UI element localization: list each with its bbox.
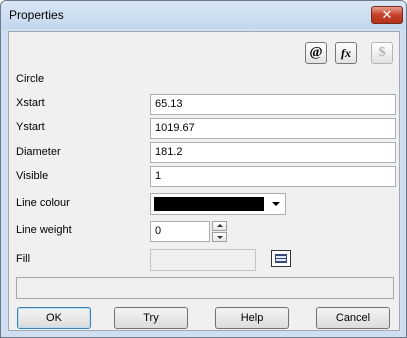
try-button[interactable]: Try xyxy=(114,307,188,329)
diameter-value: 181.2 xyxy=(155,146,183,158)
diameter-label: Diameter xyxy=(16,146,61,158)
arrow-down-icon xyxy=(217,236,223,239)
visible-input[interactable]: 1 xyxy=(150,166,396,187)
line-weight-value: 0 xyxy=(155,225,162,237)
xstart-label: Xstart xyxy=(16,97,45,109)
help-button[interactable]: Help xyxy=(215,307,289,329)
fill-picker-button[interactable] xyxy=(271,250,291,267)
dollar-icon: $ xyxy=(378,45,386,60)
title-bar[interactable]: Properties ✕ xyxy=(1,1,406,29)
window-title: Properties xyxy=(9,8,64,22)
spin-down-button[interactable] xyxy=(212,232,227,242)
properties-dialog: Properties ✕ @ fx $ Circle Xstart 65.13 … xyxy=(0,0,407,338)
section-title: Circle xyxy=(16,73,45,85)
spin-up-button[interactable] xyxy=(212,221,227,231)
visible-value: 1 xyxy=(155,170,162,182)
visible-label: Visible xyxy=(16,170,49,182)
close-icon: ✕ xyxy=(381,7,393,22)
cancel-button[interactable]: Cancel xyxy=(316,307,390,329)
chevron-down-icon xyxy=(272,202,280,206)
dialog-body: @ fx $ Circle Xstart 65.13 Ystart 1019.6… xyxy=(8,31,400,331)
ok-button[interactable]: OK xyxy=(17,307,91,329)
xstart-input[interactable]: 65.13 xyxy=(150,94,396,115)
line-weight-label: Line weight xyxy=(16,224,72,236)
fx-button[interactable]: fx xyxy=(335,42,357,64)
fill-label: Fill xyxy=(16,253,31,265)
pattern-icon xyxy=(275,254,287,263)
ystart-label: Ystart xyxy=(16,121,45,133)
at-button[interactable]: @ xyxy=(305,42,327,64)
line-colour-label: Line colour xyxy=(16,197,70,209)
status-panel xyxy=(16,277,394,299)
line-colour-select[interactable] xyxy=(150,193,286,215)
line-colour-swatch xyxy=(154,197,264,211)
line-weight-input[interactable]: 0 xyxy=(150,221,210,242)
dollar-button[interactable]: $ xyxy=(371,42,393,64)
ystart-input[interactable]: 1019.67 xyxy=(150,118,396,139)
diameter-input[interactable]: 181.2 xyxy=(150,142,396,163)
fill-input[interactable] xyxy=(150,249,256,271)
close-button[interactable]: ✕ xyxy=(371,6,403,24)
fx-icon: fx xyxy=(341,46,351,60)
ystart-value: 1019.67 xyxy=(155,122,195,134)
xstart-value: 65.13 xyxy=(155,98,183,110)
arrow-up-icon xyxy=(217,224,223,227)
at-icon: @ xyxy=(309,45,323,60)
